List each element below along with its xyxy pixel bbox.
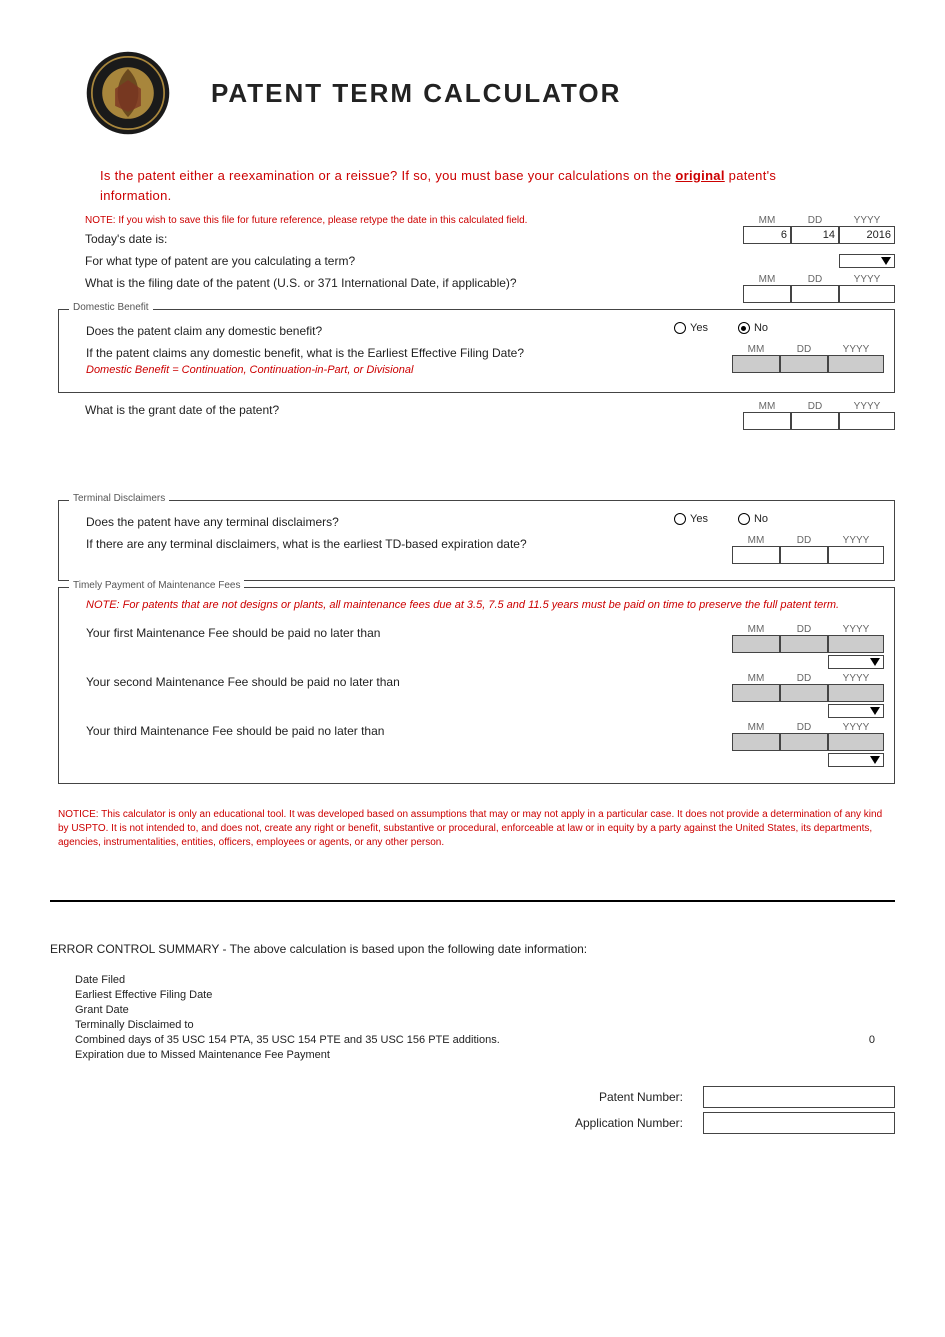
grant-yyyy[interactable] xyxy=(839,412,895,430)
patent-type-dropdown[interactable] xyxy=(839,254,895,268)
sum-combined-value: 0 xyxy=(755,1034,895,1046)
maint-second-label: Your second Maintenance Fee should be pa… xyxy=(86,673,674,691)
filing-mm[interactable] xyxy=(743,285,791,303)
domestic-yes-radio[interactable]: Yes xyxy=(674,322,708,334)
maint-third-label: Your third Maintenance Fee should be pai… xyxy=(86,722,674,740)
sum-grant-date: Grant Date xyxy=(75,1004,755,1016)
patent-type-label: For what type of patent are you calculat… xyxy=(85,252,685,270)
today-date-label: Today's date is: xyxy=(85,230,685,248)
maint3-yyyy[interactable] xyxy=(828,733,884,751)
sum-eff-date: Earliest Effective Filing Date xyxy=(75,989,755,1001)
eff-dd[interactable] xyxy=(780,355,828,373)
sum-term-disc: Terminally Disclaimed to xyxy=(75,1019,755,1031)
patent-number-input[interactable] xyxy=(703,1086,895,1108)
filing-dd[interactable] xyxy=(791,285,839,303)
maintenance-legend: Timely Payment of Maintenance Fees xyxy=(69,580,244,591)
td-dd[interactable] xyxy=(780,546,828,564)
sum-combined: Combined days of 35 USC 154 PTA, 35 USC … xyxy=(75,1034,755,1046)
sum-date-filed: Date Filed xyxy=(75,974,755,986)
td-mm[interactable] xyxy=(732,546,780,564)
td-yyyy[interactable] xyxy=(828,546,884,564)
maint1-dd[interactable] xyxy=(780,635,828,653)
terminal-yes-radio[interactable]: Yes xyxy=(674,513,708,525)
maint1-mm[interactable] xyxy=(732,635,780,653)
divider xyxy=(50,900,895,902)
domestic-claim-label: Does the patent claim any domestic benef… xyxy=(86,322,654,340)
sum-expire: Expiration due to Missed Maintenance Fee… xyxy=(75,1049,755,1061)
maintenance-note: NOTE: For patents that are not designs o… xyxy=(86,596,884,620)
domestic-no-radio[interactable]: No xyxy=(738,322,768,334)
grant-date-label: What is the grant date of the patent? xyxy=(85,401,685,419)
domestic-benefit-sub: Domestic Benefit = Continuation, Continu… xyxy=(86,364,674,376)
maint3-dropdown[interactable] xyxy=(828,753,884,767)
reexam-warning: Is the patent either a reexamination or … xyxy=(100,166,845,205)
maint1-dropdown[interactable] xyxy=(828,655,884,669)
maint-first-label: Your first Maintenance Fee should be pai… xyxy=(86,624,674,642)
uspto-seal-icon xyxy=(85,50,171,136)
maint2-yyyy[interactable] xyxy=(828,684,884,702)
td-expire-label: If there are any terminal disclaimers, w… xyxy=(86,535,674,553)
terminal-legend: Terminal Disclaimers xyxy=(69,493,169,504)
maint3-dd[interactable] xyxy=(780,733,828,751)
maint2-dd[interactable] xyxy=(780,684,828,702)
today-yyyy[interactable]: 2016 xyxy=(839,226,895,244)
today-dd[interactable]: 14 xyxy=(791,226,839,244)
save-note: NOTE: If you wish to save this file for … xyxy=(85,215,845,226)
domestic-benefit-legend: Domestic Benefit xyxy=(69,302,153,313)
app-number-input[interactable] xyxy=(703,1112,895,1134)
eff-filing-label: If the patent claims any domestic benefi… xyxy=(86,344,674,362)
chevron-down-icon xyxy=(881,257,891,265)
notice-text: NOTICE: This calculator is only an educa… xyxy=(58,808,887,850)
chevron-down-icon xyxy=(870,658,880,666)
eff-yyyy[interactable] xyxy=(828,355,884,373)
filing-date-label: What is the filing date of the patent (U… xyxy=(85,274,685,292)
eff-mm[interactable] xyxy=(732,355,780,373)
terminal-no-radio[interactable]: No xyxy=(738,513,768,525)
maint2-mm[interactable] xyxy=(732,684,780,702)
chevron-down-icon xyxy=(870,707,880,715)
maint1-yyyy[interactable] xyxy=(828,635,884,653)
grant-dd[interactable] xyxy=(791,412,839,430)
page-title: PATENT TERM CALCULATOR xyxy=(211,78,621,109)
today-mm[interactable]: 6 xyxy=(743,226,791,244)
app-number-label: Application Number: xyxy=(575,1116,683,1130)
terminal-q-label: Does the patent have any terminal discla… xyxy=(86,513,654,531)
chevron-down-icon xyxy=(870,756,880,764)
maint2-dropdown[interactable] xyxy=(828,704,884,718)
grant-mm[interactable] xyxy=(743,412,791,430)
patent-number-label: Patent Number: xyxy=(599,1090,683,1104)
maint3-mm[interactable] xyxy=(732,733,780,751)
error-summary-title: ERROR CONTROL SUMMARY - The above calcul… xyxy=(50,942,895,956)
filing-yyyy[interactable] xyxy=(839,285,895,303)
